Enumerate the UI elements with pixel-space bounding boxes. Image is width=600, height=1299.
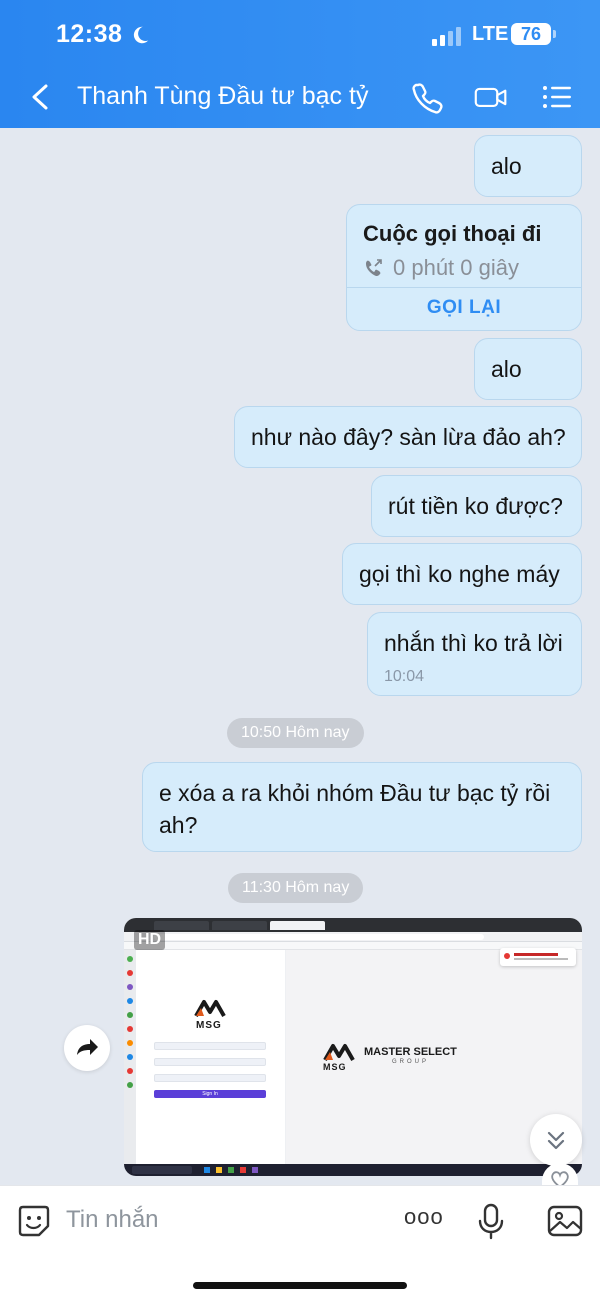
message-bubble[interactable]: nhắn thì ko trả lời 10:04 — [367, 612, 582, 696]
message-text: rút tiền ko được? — [388, 493, 563, 519]
browser-tabs — [124, 918, 582, 932]
message-bubble[interactable]: e xóa a ra khỏi nhóm Đầu tư bạc tỷ rồi a… — [142, 762, 582, 852]
menu-list-icon[interactable] — [540, 80, 574, 114]
back-arrow-icon[interactable] — [26, 82, 54, 112]
call-title: Cuộc gọi thoại đi — [363, 221, 542, 246]
battery-tip — [553, 30, 556, 38]
sticker-icon[interactable] — [15, 1202, 53, 1240]
status-bar: 12:38 LTE 76 — [0, 20, 600, 54]
status-time: 12:38 — [56, 20, 123, 48]
moon-icon — [133, 26, 149, 44]
more-options-icon[interactable]: ooo — [404, 1204, 444, 1230]
verification-field — [154, 1074, 266, 1082]
image-message[interactable]: MSG Sign In MSG MASTER SELECT GROUP HD — [124, 918, 582, 1176]
message-text: gọi thì ko nghe máy — [359, 561, 560, 587]
message-timestamp: 10:04 — [384, 668, 425, 685]
message-text: như nào đây? sàn lừa đảo ah? — [251, 424, 566, 450]
message-input[interactable]: Tin nhắn — [66, 1206, 159, 1234]
message-text: alo — [491, 356, 522, 382]
chat-header: 12:38 LTE 76 Thanh Tùng Đầu tư bạc tỷ — [0, 0, 600, 128]
msg-logo-icon — [323, 1044, 355, 1061]
email-field — [154, 1042, 266, 1050]
brand-logo-text: MSG — [323, 1062, 347, 1072]
microphone-icon[interactable] — [472, 1202, 510, 1240]
msg-logo-icon — [194, 1000, 226, 1017]
signal-icon — [432, 27, 461, 46]
nav-bar: Thanh Tùng Đầu tư bạc tỷ — [0, 74, 600, 120]
message-bubble[interactable]: alo — [474, 135, 582, 197]
message-composer: Tin nhắn ooo — [0, 1185, 600, 1299]
call-back-button[interactable]: GỌI LẠI — [347, 297, 581, 319]
outgoing-call-icon — [366, 259, 382, 276]
phone-call-icon[interactable] — [411, 80, 445, 114]
notification-toast — [500, 948, 576, 966]
message-text: nhắn thì ko trả lời — [384, 630, 563, 656]
call-log-bubble[interactable]: Cuộc gọi thoại đi 0 phút 0 giây GỌI LẠI — [346, 204, 582, 331]
error-icon — [504, 953, 510, 959]
scroll-to-bottom-button[interactable] — [530, 1114, 582, 1166]
battery-icon: 76 — [511, 23, 551, 45]
date-separator: 11:30 Hôm nay — [228, 873, 364, 903]
chat-title[interactable]: Thanh Tùng Đầu tư bạc tỷ — [77, 82, 368, 111]
message-bubble[interactable]: alo — [474, 338, 582, 400]
message-bubble[interactable]: gọi thì ko nghe máy — [342, 543, 582, 605]
home-indicator — [193, 1282, 407, 1289]
date-separator: 10:50 Hôm nay — [227, 718, 364, 748]
sign-in-button: Sign In — [154, 1090, 266, 1098]
password-field — [154, 1058, 266, 1066]
hd-badge: HD — [134, 930, 166, 950]
brand-subtitle: GROUP — [392, 1059, 430, 1065]
message-text: e xóa a ra khỏi nhóm Đầu tư bạc tỷ rồi a… — [159, 780, 551, 838]
message-text: alo — [491, 153, 522, 179]
video-call-icon[interactable] — [474, 80, 508, 114]
network-label: LTE — [472, 23, 509, 45]
login-panel: MSG Sign In — [136, 950, 286, 1164]
double-chevron-down-icon — [547, 1131, 565, 1150]
taskbar — [124, 1164, 582, 1176]
forward-button[interactable] — [64, 1025, 110, 1071]
image-picker-icon[interactable] — [546, 1202, 584, 1240]
forward-arrow-icon — [77, 1039, 98, 1055]
call-duration-row: 0 phút 0 giây — [363, 255, 519, 281]
brand-name: MASTER SELECT — [364, 1046, 457, 1058]
login-logo-text: MSG — [196, 1020, 222, 1031]
divider — [347, 287, 581, 288]
browser-address-bar — [124, 932, 582, 942]
sidebar-strip — [124, 950, 136, 1164]
message-bubble[interactable]: rút tiền ko được? — [371, 475, 582, 537]
message-bubble[interactable]: như nào đây? sàn lừa đảo ah? — [234, 406, 582, 468]
call-duration: 0 phút 0 giây — [393, 255, 519, 280]
